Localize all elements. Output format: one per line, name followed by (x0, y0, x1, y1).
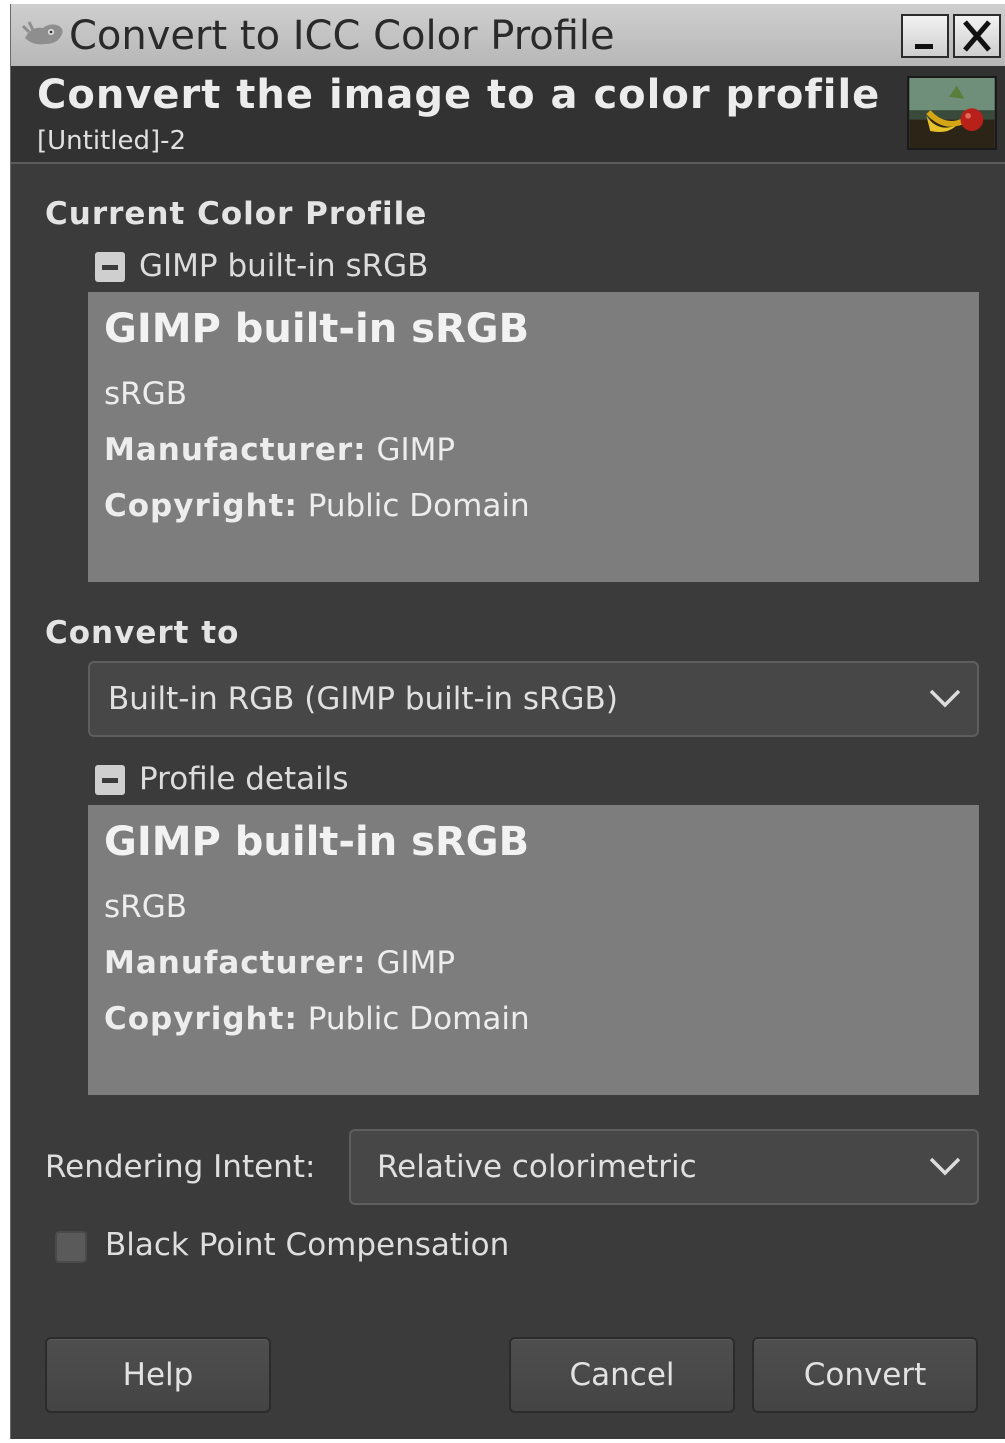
close-button[interactable] (953, 14, 1001, 58)
cancel-button-label: Cancel (569, 1357, 675, 1393)
minimize-icon (915, 44, 933, 49)
convert-button-label: Convert (803, 1357, 927, 1393)
profile-name: GIMP built-in sRGB (104, 819, 530, 865)
cancel-button[interactable]: Cancel (509, 1337, 735, 1413)
convert-button[interactable]: Convert (752, 1337, 978, 1413)
current-profile-heading: Current Color Profile (45, 196, 428, 232)
manufacturer-value: GIMP (376, 432, 456, 468)
close-icon (963, 20, 991, 52)
target-profile-combo[interactable]: Built-in RGB (GIMP built-in sRGB) (88, 661, 979, 737)
collapse-icon[interactable] (95, 252, 125, 282)
copyright-value: Public Domain (307, 1001, 530, 1037)
dialog-heading: Convert the image to a color profile (37, 72, 881, 118)
profile-description: sRGB (104, 889, 187, 925)
current-profile-details: GIMP built-in sRGB sRGB Manufacturer: GI… (88, 292, 979, 582)
manufacturer-value: GIMP (376, 945, 456, 981)
profile-copyright: Copyright: Public Domain (104, 1001, 530, 1037)
manufacturer-label: Manufacturer: (104, 945, 367, 981)
black-point-checkbox[interactable] (55, 1231, 87, 1263)
chevron-down-icon (929, 689, 961, 708)
rendering-intent-label: Rendering Intent: (45, 1149, 316, 1185)
copyright-label: Copyright: (104, 1001, 298, 1037)
profile-copyright: Copyright: Public Domain (104, 488, 530, 524)
rendering-intent-value: Relative colorimetric (377, 1149, 697, 1185)
chevron-down-icon (929, 1157, 961, 1176)
dialog-window: Convert to ICC Color Profile Convert the… (10, 4, 1005, 1439)
image-name: [Untitled]-2 (37, 126, 187, 156)
profile-name: GIMP built-in sRGB (104, 306, 530, 352)
target-profile-value: Built-in RGB (GIMP built-in sRGB) (108, 681, 618, 717)
help-button-label: Help (122, 1357, 194, 1393)
profile-description: sRGB (104, 376, 187, 412)
profile-details-expander[interactable]: Profile details (95, 759, 495, 799)
rendering-intent-combo[interactable]: Relative colorimetric (349, 1129, 979, 1205)
profile-manufacturer: Manufacturer: GIMP (104, 945, 455, 981)
help-button[interactable]: Help (45, 1337, 271, 1413)
gimp-wilber-icon (21, 21, 63, 45)
current-profile-expander[interactable]: GIMP built-in sRGB (95, 246, 495, 286)
target-profile-details: GIMP built-in sRGB sRGB Manufacturer: GI… (88, 805, 979, 1095)
convert-to-heading: Convert to (45, 615, 240, 651)
manufacturer-label: Manufacturer: (104, 432, 367, 468)
minimize-button[interactable] (901, 14, 949, 58)
dialog-header: Convert the image to a color profile [Un… (11, 66, 1005, 164)
profile-details-expander-label: Profile details (139, 761, 349, 797)
copyright-label: Copyright: (104, 488, 298, 524)
black-point-label[interactable]: Black Point Compensation (105, 1227, 509, 1263)
title-bar[interactable]: Convert to ICC Color Profile (11, 4, 1005, 67)
copyright-value: Public Domain (307, 488, 530, 524)
collapse-icon[interactable] (95, 765, 125, 795)
window-title: Convert to ICC Color Profile (69, 13, 615, 59)
current-profile-expander-label: GIMP built-in sRGB (139, 248, 429, 284)
image-thumbnail (907, 76, 997, 150)
profile-manufacturer: Manufacturer: GIMP (104, 432, 455, 468)
